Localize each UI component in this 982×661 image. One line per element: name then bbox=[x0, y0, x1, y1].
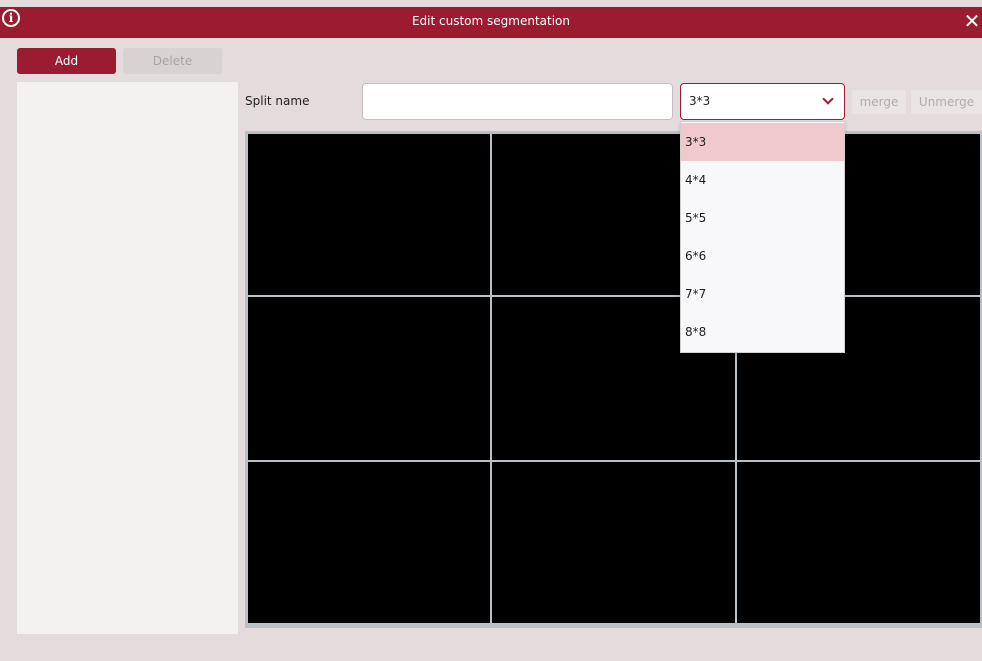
window-title: Edit custom segmentation bbox=[411, 14, 571, 28]
split-grid bbox=[245, 131, 982, 628]
dropdown-option[interactable]: 5*5 bbox=[681, 199, 844, 237]
chevron-down-icon bbox=[822, 93, 834, 105]
split-name-label: Split name bbox=[245, 94, 310, 108]
grid-cell[interactable] bbox=[248, 462, 490, 623]
title-bar: i Edit custom segmentation ✕ bbox=[0, 7, 982, 38]
dropdown-option[interactable]: 8*8 bbox=[681, 313, 844, 351]
unmerge-button[interactable]: Unmerge bbox=[911, 90, 982, 114]
layout-select[interactable]: 3*3 bbox=[680, 83, 845, 120]
dropdown-option[interactable]: 3*3 bbox=[681, 123, 844, 161]
add-button[interactable]: Add bbox=[17, 48, 116, 74]
layout-select-value: 3*3 bbox=[689, 94, 711, 108]
segmentation-list[interactable] bbox=[17, 82, 238, 634]
dropdown-option[interactable]: 6*6 bbox=[681, 237, 844, 275]
grid-cell[interactable] bbox=[248, 134, 490, 295]
grid-cell[interactable] bbox=[248, 297, 490, 460]
merge-button[interactable]: merge bbox=[852, 90, 906, 114]
split-name-input[interactable] bbox=[362, 83, 673, 120]
layout-dropdown-menu: 3*3 4*4 5*5 6*6 7*7 8*8 bbox=[680, 121, 845, 353]
delete-button[interactable]: Delete bbox=[123, 48, 222, 74]
close-icon[interactable]: ✕ bbox=[962, 7, 982, 38]
grid-cell[interactable] bbox=[492, 462, 735, 623]
dropdown-option[interactable]: 4*4 bbox=[681, 161, 844, 199]
dropdown-option[interactable]: 7*7 bbox=[681, 275, 844, 313]
grid-cell[interactable] bbox=[737, 462, 980, 623]
